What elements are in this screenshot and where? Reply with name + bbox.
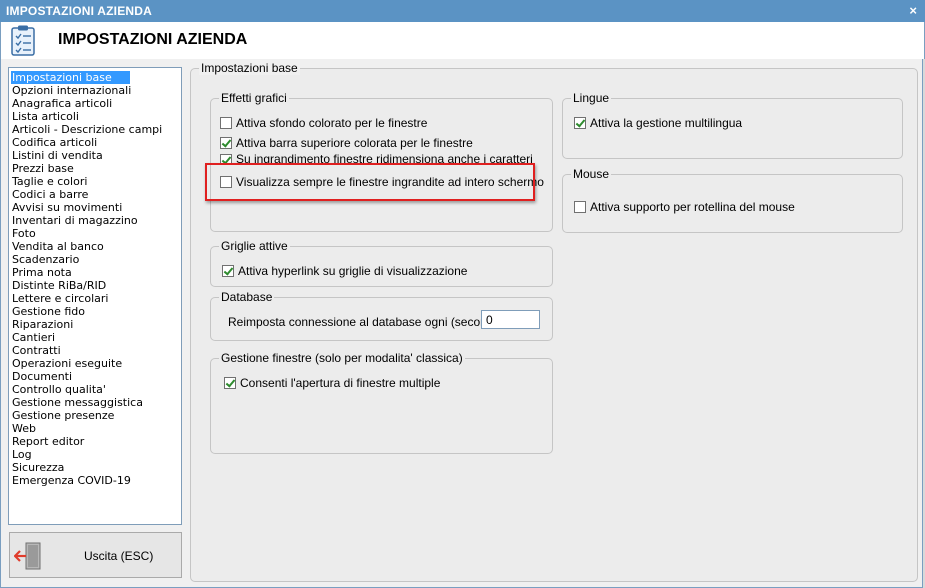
sidebar-item[interactable]: Avvisi su movimenti [9, 201, 181, 214]
sidebar-item[interactable]: Impostazioni base [11, 71, 130, 84]
sidebar-item[interactable]: Scadenzario [9, 253, 181, 266]
checkbox-box[interactable] [224, 377, 236, 389]
sidebar-item[interactable]: Distinte RiBa/RID [9, 279, 181, 292]
checkbox-box[interactable] [222, 265, 234, 277]
checkbox-label: Attiva sfondo colorato per le finestre [236, 116, 428, 130]
page-title: IMPOSTAZIONI AZIENDA [58, 31, 248, 48]
group-caption: Gestione finestre (solo per modalita' cl… [219, 351, 465, 365]
checkbox-multilingua[interactable]: Attiva la gestione multilingua [574, 116, 742, 130]
sidebar-item[interactable]: Riparazioni [9, 318, 181, 331]
sidebar-item[interactable]: Report editor [9, 435, 181, 448]
checkbox-label: Attiva la gestione multilingua [590, 116, 743, 130]
checkbox-sfondo-colorato[interactable]: Attiva sfondo colorato per le finestre [220, 116, 427, 130]
exit-button[interactable]: Uscita (ESC) [9, 532, 182, 578]
group-caption: Database [219, 290, 275, 304]
group-caption: Effetti grafici [219, 91, 289, 105]
sidebar-item[interactable]: Cantieri [9, 331, 181, 344]
checkbox-label: Consenti l'apertura di finestre multiple [240, 376, 441, 390]
checkbox-box[interactable] [220, 154, 232, 165]
sidebar-item[interactable]: Opzioni internazionali [9, 84, 181, 97]
checkbox-box[interactable] [220, 137, 232, 149]
checkbox-label: Attiva supporto per rotellina del mouse [590, 200, 795, 214]
checkbox-rotellina-mouse[interactable]: Attiva supporto per rotellina del mouse [574, 200, 795, 214]
reconnect-label: Reimposta connessione al database ogni (… [228, 315, 507, 329]
sidebar-item[interactable]: Documenti [9, 370, 181, 383]
sidebar-item[interactable]: Contratti [9, 344, 181, 357]
sidebar-item[interactable]: Prezzi base [9, 162, 181, 175]
group-caption: Impostazioni base [199, 61, 300, 75]
window-title: IMPOSTAZIONI AZIENDA [6, 4, 152, 18]
sidebar-item[interactable]: Lista articoli [9, 110, 181, 123]
checkbox-ridimensiona-caratteri[interactable]: Su ingrandimento finestre ridimensiona a… [220, 154, 533, 165]
checkbox-box[interactable] [220, 117, 232, 129]
sidebar-item[interactable]: Foto [9, 227, 181, 240]
close-icon[interactable]: × [909, 3, 917, 18]
checkbox-hyperlink-griglie[interactable]: Attiva hyperlink su griglie di visualizz… [222, 264, 467, 278]
sidebar-item[interactable]: Controllo qualita' [9, 383, 181, 396]
sidebar-item[interactable]: Web [9, 422, 181, 435]
page-header: IMPOSTAZIONI AZIENDA [0, 22, 925, 59]
sidebar-item[interactable]: Gestione messaggistica [9, 396, 181, 409]
sidebar-item[interactable]: Codifica articoli [9, 136, 181, 149]
sidebar-item[interactable]: Gestione presenze [9, 409, 181, 422]
checkbox-finestre-multiple[interactable]: Consenti l'apertura di finestre multiple [224, 376, 440, 390]
checkbox-box[interactable] [220, 176, 232, 188]
checkbox-label: Su ingrandimento finestre ridimensiona a… [236, 154, 533, 165]
settings-category-list[interactable]: Impostazioni base Opzioni internazionali A… [8, 67, 182, 525]
group-caption: Lingue [571, 91, 612, 105]
checkbox-barra-colorata[interactable]: Attiva barra superiore colorata per le f… [220, 136, 473, 150]
sidebar-item[interactable]: Listini di vendita [9, 149, 181, 162]
reconnect-seconds-input[interactable] [481, 310, 540, 329]
sidebar-item[interactable]: Codici a barre [9, 188, 181, 201]
sidebar-item[interactable]: Sicurezza [9, 461, 181, 474]
checkbox-label: Attiva barra superiore colorata per le f… [236, 136, 473, 150]
checkbox-box[interactable] [574, 201, 586, 213]
sidebar-item[interactable]: Gestione fido [9, 305, 181, 318]
group-caption: Griglie attive [219, 239, 290, 253]
gestione-finestre-group: Gestione finestre (solo per modalita' cl… [210, 351, 553, 454]
sidebar-item[interactable]: Anagrafica articoli [9, 97, 181, 110]
checkbox-label: Attiva hyperlink su griglie di visualizz… [238, 264, 468, 278]
sidebar-item[interactable]: Operazioni eseguite [9, 357, 181, 370]
checkbox-intero-schermo[interactable]: Visualizza sempre le finestre ingrandite… [220, 175, 544, 189]
sidebar-item[interactable]: Articoli - Descrizione campi [9, 123, 181, 136]
sidebar-item[interactable]: Log [9, 448, 181, 461]
sidebar-item[interactable]: Emergenza COVID-19 [9, 474, 181, 487]
exit-door-arrow-icon [14, 542, 41, 570]
window-titlebar: IMPOSTAZIONI AZIENDA × [0, 0, 925, 23]
checkbox-box[interactable] [574, 117, 586, 129]
exit-button-label: Uscita (ESC) [84, 549, 154, 563]
clipboard-checklist-icon [11, 25, 35, 56]
sidebar-item[interactable]: Vendita al banco [9, 240, 181, 253]
sidebar-item[interactable]: Lettere e circolari [9, 292, 181, 305]
sidebar-item[interactable]: Prima nota [9, 266, 181, 279]
checkbox-label: Visualizza sempre le finestre ingrandite… [236, 175, 544, 189]
sidebar-item[interactable]: Inventari di magazzino [9, 214, 181, 227]
group-caption: Mouse [571, 167, 612, 181]
sidebar-item[interactable]: Taglie e colori [9, 175, 181, 188]
